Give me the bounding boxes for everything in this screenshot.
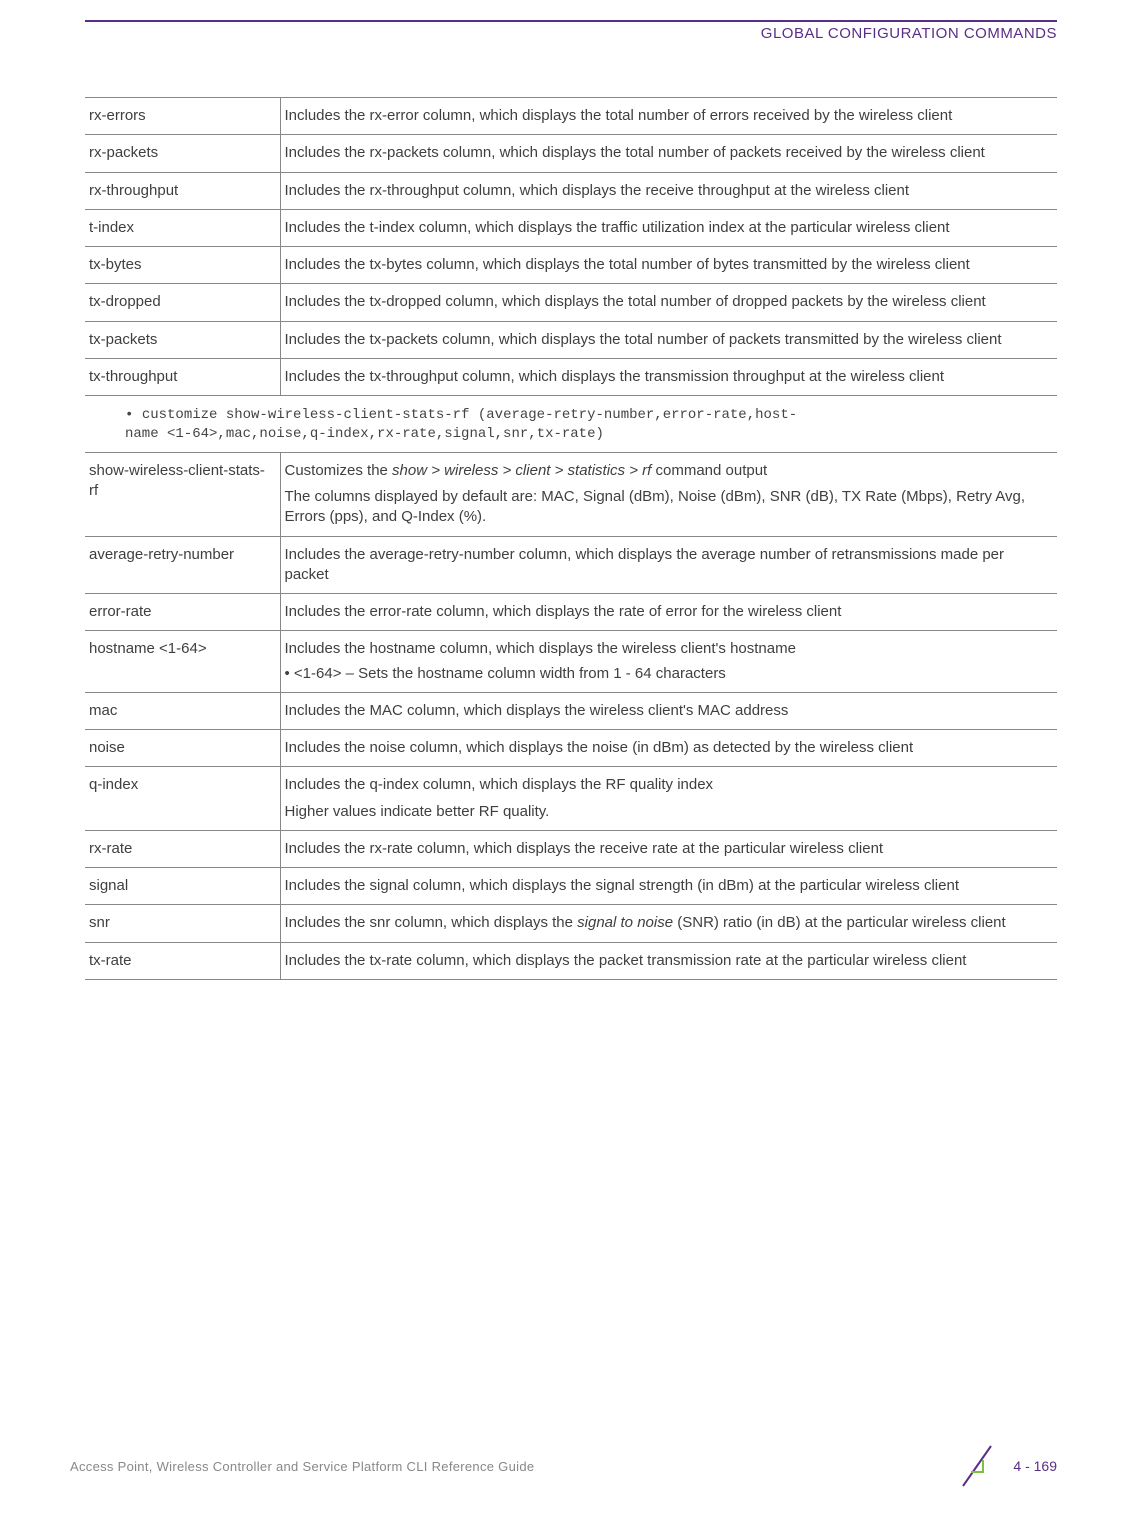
param-name: rx-rate	[85, 830, 280, 867]
desc-text: show > wireless > client > statistics > …	[392, 462, 651, 479]
param-name: rx-packets	[85, 135, 280, 172]
param-desc: Includes the rx-throughput column, which…	[280, 172, 1057, 209]
param-name: tx-bytes	[85, 247, 280, 284]
table-row: error-rateIncludes the error-rate column…	[85, 594, 1057, 631]
table-row: snr Includes the snr column, which displ…	[85, 905, 1057, 942]
param-desc: Includes the tx-bytes column, which disp…	[280, 247, 1057, 284]
param-desc: Includes the noise column, which display…	[280, 730, 1057, 767]
param-name: hostname <1-64>	[85, 631, 280, 693]
desc-text: Customizes the	[285, 462, 393, 479]
desc-text: (SNR) ratio (in dB) at the particular wi…	[673, 914, 1006, 931]
param-desc: Includes the tx-throughput column, which…	[280, 358, 1057, 395]
footer-text: Access Point, Wireless Controller and Se…	[70, 1459, 534, 1474]
param-desc: Includes the rx-packets column, which di…	[280, 135, 1057, 172]
param-desc: Includes the MAC column, which displays …	[280, 692, 1057, 729]
param-desc: Includes the signal column, which displa…	[280, 868, 1057, 905]
table-row: tx-droppedIncludes the tx-dropped column…	[85, 284, 1057, 321]
desc-text: command output	[651, 462, 767, 479]
table-row: tx-throughputIncludes the tx-throughput …	[85, 358, 1057, 395]
code-line: name <1-64>,mac,noise,q-index,rx-rate,si…	[125, 426, 604, 442]
table-row: hostname <1-64> Includes the hostname co…	[85, 631, 1057, 693]
param-desc: Includes the tx-rate column, which displ…	[280, 942, 1057, 979]
table-row: rx-errorsIncludes the rx-error column, w…	[85, 98, 1057, 135]
table-row: rx-throughputIncludes the rx-throughput …	[85, 172, 1057, 209]
param-desc: Includes the t-index column, which displ…	[280, 209, 1057, 246]
param-name: show-wireless-client-stats-rf	[85, 452, 280, 536]
param-desc: Customizes the show > wireless > client …	[280, 452, 1057, 536]
param-desc: Includes the average-retry-number column…	[280, 536, 1057, 594]
param-name: tx-dropped	[85, 284, 280, 321]
param-name: mac	[85, 692, 280, 729]
param-desc: Includes the tx-packets column, which di…	[280, 321, 1057, 358]
table-row: rx-packetsIncludes the rx-packets column…	[85, 135, 1057, 172]
table-row: tx-rateIncludes the tx-rate column, whic…	[85, 942, 1057, 979]
param-desc: Includes the rx-rate column, which displ…	[280, 830, 1057, 867]
page-footer: Access Point, Wireless Controller and Se…	[0, 1442, 1127, 1490]
table-row: macIncludes the MAC column, which displa…	[85, 692, 1057, 729]
table-row: average-retry-numberIncludes the average…	[85, 536, 1057, 594]
param-desc: Includes the error-rate column, which di…	[280, 594, 1057, 631]
param-name: signal	[85, 868, 280, 905]
param-name: tx-rate	[85, 942, 280, 979]
code-line: customize show-wireless-client-stats-rf …	[125, 407, 797, 423]
table-row: show-wireless-client-stats-rf Customizes…	[85, 452, 1057, 536]
param-desc: Includes the snr column, which displays …	[280, 905, 1057, 942]
param-desc: Includes the rx-error column, which disp…	[280, 98, 1057, 135]
param-name: rx-throughput	[85, 172, 280, 209]
param-name: tx-throughput	[85, 358, 280, 395]
param-name: average-retry-number	[85, 536, 280, 594]
table-row: rx-rateIncludes the rx-rate column, whic…	[85, 830, 1057, 867]
desc-text: The columns displayed by default are: MA…	[285, 487, 1048, 528]
param-name: snr	[85, 905, 280, 942]
param-name: error-rate	[85, 594, 280, 631]
param-name: noise	[85, 730, 280, 767]
desc-text: Includes the hostname column, which disp…	[285, 639, 1048, 659]
desc-text: signal to noise	[577, 914, 673, 931]
table-row: tx-packetsIncludes the tx-packets column…	[85, 321, 1057, 358]
code-sample: customize show-wireless-client-stats-rf …	[125, 406, 1057, 444]
desc-text: Includes the snr column, which displays …	[285, 914, 578, 931]
param-name: q-index	[85, 767, 280, 831]
desc-text: <1-64> – Sets the hostname column width …	[285, 664, 1048, 684]
param-name: t-index	[85, 209, 280, 246]
table-row: q-index Includes the q-index column, whi…	[85, 767, 1057, 831]
param-desc: Includes the q-index column, which displ…	[280, 767, 1057, 831]
param-desc: Includes the hostname column, which disp…	[280, 631, 1057, 693]
desc-text: Includes the q-index column, which displ…	[285, 775, 1048, 795]
parameter-table-1: rx-errorsIncludes the rx-error column, w…	[85, 97, 1057, 396]
table-row: t-indexIncludes the t-index column, whic…	[85, 209, 1057, 246]
page-header: GLOBAL CONFIGURATION COMMANDS	[85, 25, 1057, 42]
param-desc: Includes the tx-dropped column, which di…	[280, 284, 1057, 321]
param-name: rx-errors	[85, 98, 280, 135]
param-name: tx-packets	[85, 321, 280, 358]
desc-text: Higher values indicate better RF quality…	[285, 802, 1048, 822]
table-row: signalIncludes the signal column, which …	[85, 868, 1057, 905]
table-row: tx-bytesIncludes the tx-bytes column, wh…	[85, 247, 1057, 284]
parameter-table-2: show-wireless-client-stats-rf Customizes…	[85, 452, 1057, 980]
page-number: 4 - 169	[1013, 1458, 1057, 1474]
table-row: noiseIncludes the noise column, which di…	[85, 730, 1057, 767]
slash-icon	[953, 1442, 1001, 1490]
